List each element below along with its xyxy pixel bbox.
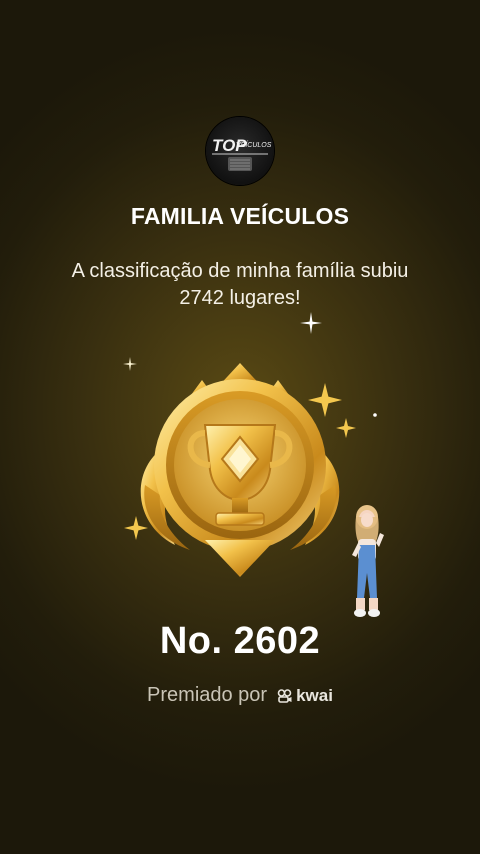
family-name: FAMILIA VEÍCULOS — [130, 203, 350, 229]
promotion-message: A classificação de minha família subiu 2… — [71, 260, 409, 309]
avatar-sticker — [352, 505, 384, 617]
family-logo: TOP VEÍCULOS — [206, 117, 274, 185]
sparkle-icon — [373, 413, 377, 417]
kwai-brand-name: kwai — [296, 685, 333, 705]
kwai-logo-icon — [277, 688, 292, 703]
sparkle-icon — [300, 312, 322, 334]
logo-text-bottom: VEÍCULOS — [236, 140, 272, 149]
awarded-by: Premiado por kwai — [0, 684, 480, 707]
rank-label: No. 2602 — [159, 620, 321, 662]
gold-trophy-medal-icon — [140, 363, 340, 577]
awarded-by-label: Premiado por — [147, 684, 268, 706]
kwai-brand: kwai — [277, 686, 333, 706]
